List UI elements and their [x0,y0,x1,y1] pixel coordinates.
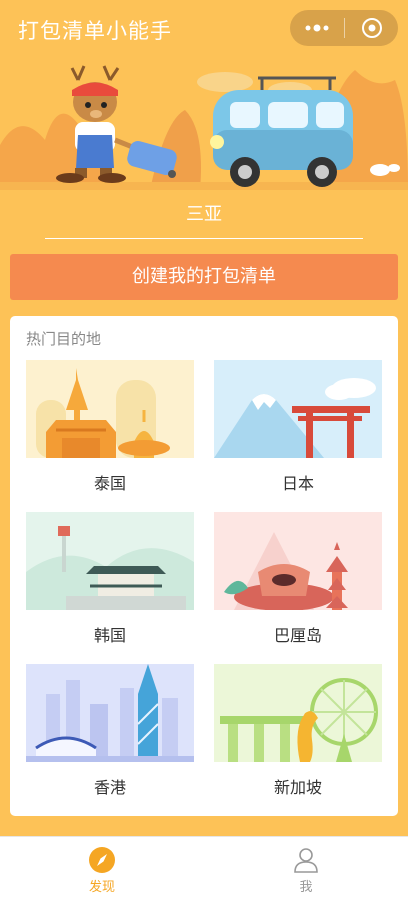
singapore-image [214,664,382,762]
target-close-icon [361,18,382,38]
hero-illustration [0,65,408,190]
destination-hongkong[interactable]: 香港 [26,664,194,804]
destination-label: 巴厘岛 [273,626,322,645]
destination-korea[interactable]: 韩国 [26,512,194,652]
tab-label: 发现 [88,880,115,895]
japan-image [214,360,382,458]
create-packing-list-button[interactable]: 创建我的打包清单 [10,254,398,300]
destination-bali[interactable]: 巴厘岛 [214,512,382,652]
section-title: 热门目的地 [26,330,102,348]
thailand-image [26,360,194,458]
destination-label: 日本 [281,474,314,493]
destination-japan[interactable]: 日本 [214,360,382,500]
korea-image [26,512,194,610]
destination-label: 新加坡 [273,778,322,797]
more-button[interactable] [290,10,344,46]
destination-singapore[interactable]: 新加坡 [214,664,382,804]
destination-thailand[interactable]: 泰国 [26,360,194,500]
destination-label: 香港 [93,778,126,797]
mini-program-capsule [290,10,398,46]
van-illustration [210,76,353,187]
tab-label: 我 [299,880,313,895]
destination-input[interactable]: 三亚 [45,196,363,239]
close-button[interactable] [345,10,398,46]
tab-discover[interactable]: 发现 [0,837,204,901]
app-title: 打包清单小能手 [18,19,172,43]
destination-label: 泰国 [93,474,126,493]
hongkong-image [26,664,194,762]
hot-destinations-card: 热门目的地 泰国 日本 韩国 巴厘岛 香港 新加坡 [10,316,398,816]
more-icon [305,24,329,32]
destination-label: 韩国 [93,626,126,645]
tab-me[interactable]: 我 [204,837,408,901]
person-icon [294,848,318,873]
compass-icon [89,847,115,873]
bali-image [214,512,382,610]
tab-bar: 发现 我 [0,836,408,901]
